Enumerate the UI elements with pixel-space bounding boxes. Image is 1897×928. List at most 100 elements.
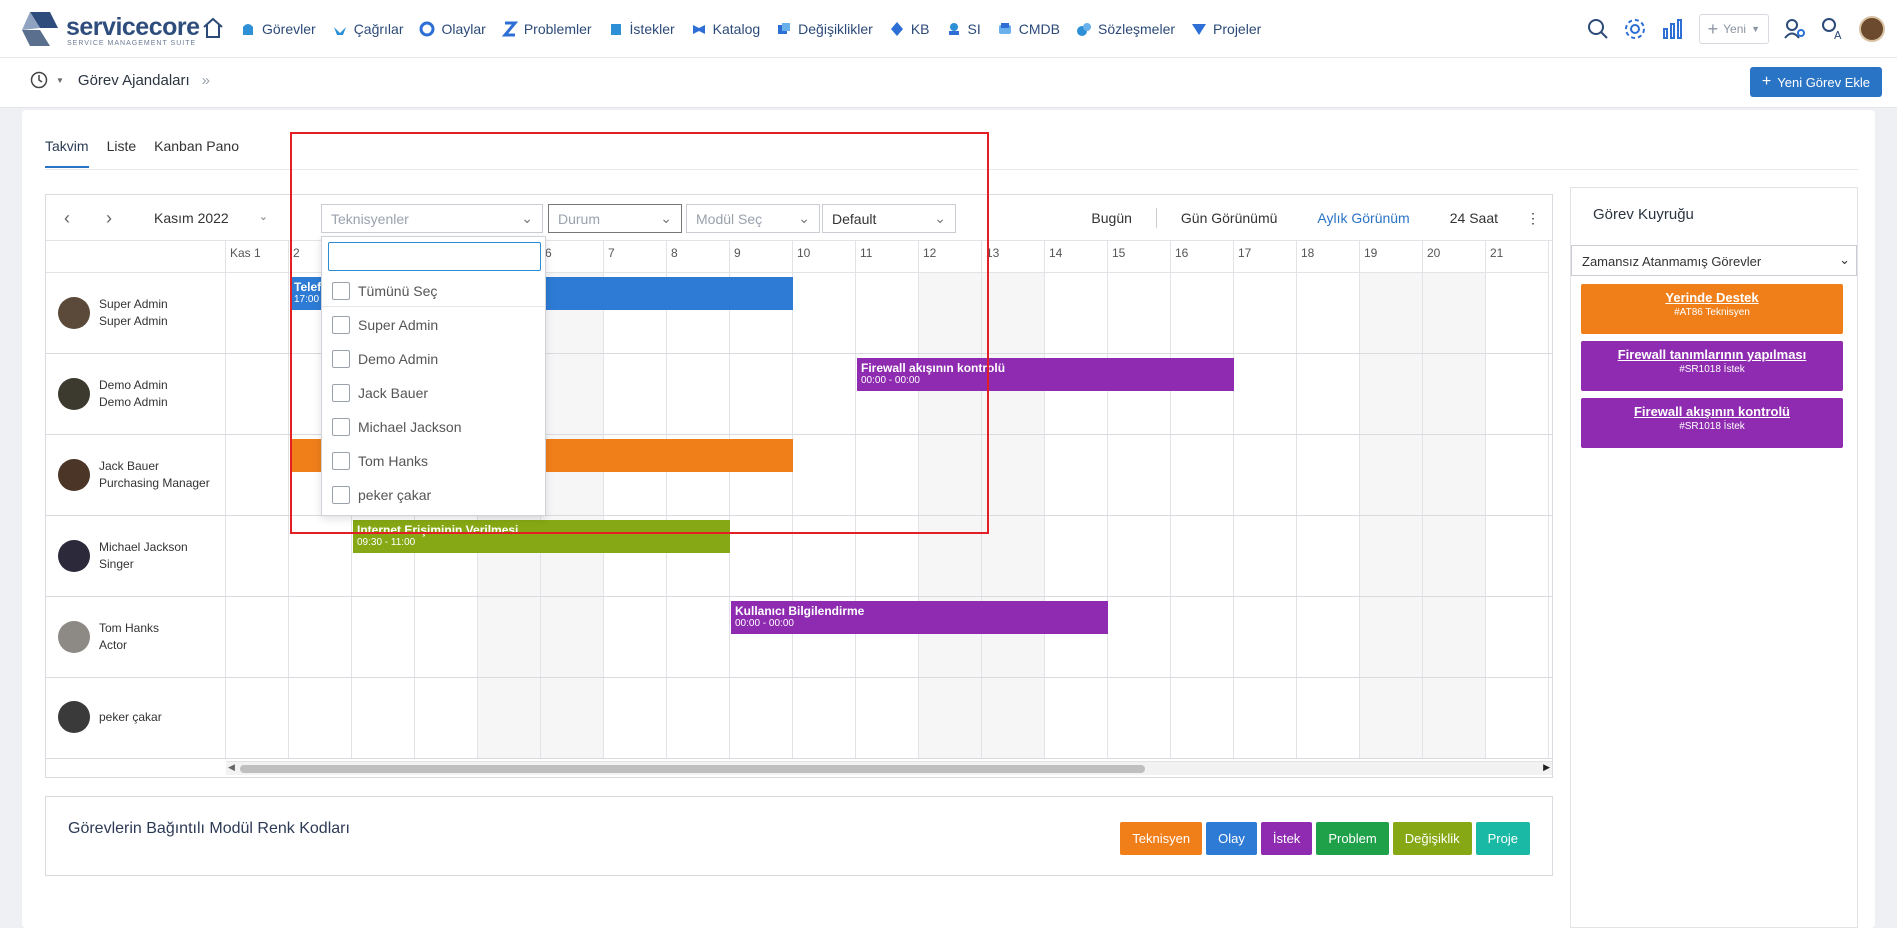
- day-cell[interactable]: [1045, 516, 1108, 596]
- day-cell[interactable]: [604, 597, 667, 677]
- legend-button[interactable]: Teknisyen: [1120, 822, 1203, 855]
- day-cell[interactable]: [1045, 678, 1108, 758]
- menu-item-katalog[interactable]: Katalog: [691, 21, 760, 37]
- day-cell[interactable]: [226, 516, 289, 596]
- menu-item-projeler[interactable]: Projeler: [1191, 21, 1261, 37]
- day-cell[interactable]: [1360, 273, 1423, 353]
- day-cell[interactable]: [982, 516, 1045, 596]
- day-cell[interactable]: [1423, 273, 1486, 353]
- queue-task-card[interactable]: Firewall tanımlarının yapılması #SR1018 İ…: [1581, 341, 1843, 391]
- day-cell[interactable]: [1234, 354, 1297, 434]
- gear-icon[interactable]: [1623, 17, 1647, 41]
- language-icon[interactable]: A: [1821, 17, 1845, 41]
- day-cell[interactable]: [478, 678, 541, 758]
- tab-liste[interactable]: Liste: [107, 138, 137, 168]
- scroll-right-icon[interactable]: ▶: [1543, 762, 1550, 773]
- day-cell[interactable]: [415, 597, 478, 677]
- day-cell[interactable]: [604, 678, 667, 758]
- day-cell[interactable]: [1297, 273, 1360, 353]
- day-cell[interactable]: [1297, 354, 1360, 434]
- day-cell[interactable]: [226, 678, 289, 758]
- queue-task-title[interactable]: Yerinde Destek: [1585, 290, 1839, 305]
- queue-filter-select[interactable]: Zamansız Atanmamış Görevler ⌄: [1571, 245, 1857, 276]
- day-cell[interactable]: [1423, 516, 1486, 596]
- day-cell[interactable]: [1108, 435, 1171, 515]
- scroll-thumb[interactable]: [240, 765, 1145, 773]
- day-cell[interactable]: [1234, 435, 1297, 515]
- day-cell[interactable]: [1486, 597, 1549, 677]
- day-cell[interactable]: [1234, 516, 1297, 596]
- day-cell[interactable]: [289, 678, 352, 758]
- tab-takvim[interactable]: Takvim: [45, 138, 89, 168]
- home-icon[interactable]: [202, 17, 224, 39]
- day-cell[interactable]: [1423, 678, 1486, 758]
- month-selector[interactable]: Kasım 2022 ⌄: [154, 210, 268, 226]
- menu-item-olaylar[interactable]: Olaylar: [419, 21, 486, 37]
- legend-button[interactable]: Olay: [1206, 822, 1257, 855]
- day-cell[interactable]: [1423, 435, 1486, 515]
- double-chevron-icon[interactable]: »: [202, 72, 210, 89]
- menu-item-kb[interactable]: KB: [889, 21, 930, 37]
- next-month-icon[interactable]: ›: [106, 208, 112, 229]
- day-cell[interactable]: [1360, 516, 1423, 596]
- day-cell[interactable]: [982, 678, 1045, 758]
- day-cell[interactable]: [226, 273, 289, 353]
- day-cell[interactable]: [1360, 435, 1423, 515]
- menu-item-istekler[interactable]: İstekler: [608, 21, 675, 37]
- day-cell[interactable]: [1171, 597, 1234, 677]
- day-cell[interactable]: [1360, 597, 1423, 677]
- day-cell[interactable]: [1486, 273, 1549, 353]
- day-cell[interactable]: [1234, 273, 1297, 353]
- day-cell[interactable]: [667, 597, 730, 677]
- queue-task-title[interactable]: Firewall akışının kontrolü: [1585, 404, 1839, 419]
- legend-button[interactable]: Proje: [1475, 822, 1530, 855]
- day-cell[interactable]: [982, 273, 1045, 353]
- day-cell[interactable]: [793, 678, 856, 758]
- legend-button[interactable]: Problem: [1316, 822, 1389, 855]
- search-icon[interactable]: [1587, 18, 1609, 40]
- day-cell[interactable]: [1108, 597, 1171, 677]
- day-cell[interactable]: [730, 678, 793, 758]
- day-cell[interactable]: [1486, 678, 1549, 758]
- queue-task-title[interactable]: Firewall tanımlarının yapılması: [1585, 347, 1839, 362]
- new-dropdown-button[interactable]: + Yeni ▼: [1698, 14, 1769, 44]
- day-cell[interactable]: [856, 678, 919, 758]
- day-cell[interactable]: [226, 354, 289, 434]
- servicecore-logo[interactable]: servicecore SERVICE MANAGEMENT SUITE: [20, 10, 200, 48]
- day-cell[interactable]: [1360, 354, 1423, 434]
- day-cell[interactable]: [1045, 273, 1108, 353]
- day-cell[interactable]: [1108, 678, 1171, 758]
- menu-item-sozlesmeler[interactable]: Sözleşmeler: [1076, 21, 1175, 37]
- user-avatar[interactable]: [1859, 16, 1885, 42]
- day-cell[interactable]: [1297, 678, 1360, 758]
- day-cell[interactable]: [226, 435, 289, 515]
- horizontal-scrollbar[interactable]: ◀ ▶: [226, 761, 1552, 775]
- day-cell[interactable]: [352, 597, 415, 677]
- day-cell[interactable]: [1360, 678, 1423, 758]
- menu-item-degisiklikler[interactable]: Değişiklikler: [776, 21, 873, 37]
- day-cell[interactable]: [1045, 435, 1108, 515]
- day-cell[interactable]: [226, 597, 289, 677]
- reports-chart-icon[interactable]: [1661, 17, 1685, 41]
- tab-kanban-pano[interactable]: Kanban Pano: [154, 138, 239, 168]
- day-cell[interactable]: [1234, 597, 1297, 677]
- day-cell[interactable]: [1297, 435, 1360, 515]
- day-cell[interactable]: [415, 678, 478, 758]
- day-cell[interactable]: [1297, 516, 1360, 596]
- day-cell[interactable]: [1486, 435, 1549, 515]
- legend-button[interactable]: İstek: [1260, 822, 1313, 855]
- day-cell[interactable]: [1423, 597, 1486, 677]
- today-button[interactable]: Bugün: [1091, 210, 1131, 228]
- day-cell[interactable]: [1171, 516, 1234, 596]
- user-search-icon[interactable]: [1783, 17, 1807, 41]
- day-cell[interactable]: [541, 597, 604, 677]
- day-cell[interactable]: [667, 678, 730, 758]
- queue-task-card[interactable]: Firewall akışının kontrolü #SR1018 İstek: [1581, 398, 1843, 448]
- day-cell[interactable]: [1171, 435, 1234, 515]
- day-cell[interactable]: [1486, 354, 1549, 434]
- day-cell[interactable]: [1423, 354, 1486, 434]
- day-cell[interactable]: [1108, 516, 1171, 596]
- day-cell[interactable]: [478, 597, 541, 677]
- day-cell[interactable]: [1171, 678, 1234, 758]
- queue-task-card[interactable]: Yerinde Destek #AT86 Teknisyen: [1581, 284, 1843, 334]
